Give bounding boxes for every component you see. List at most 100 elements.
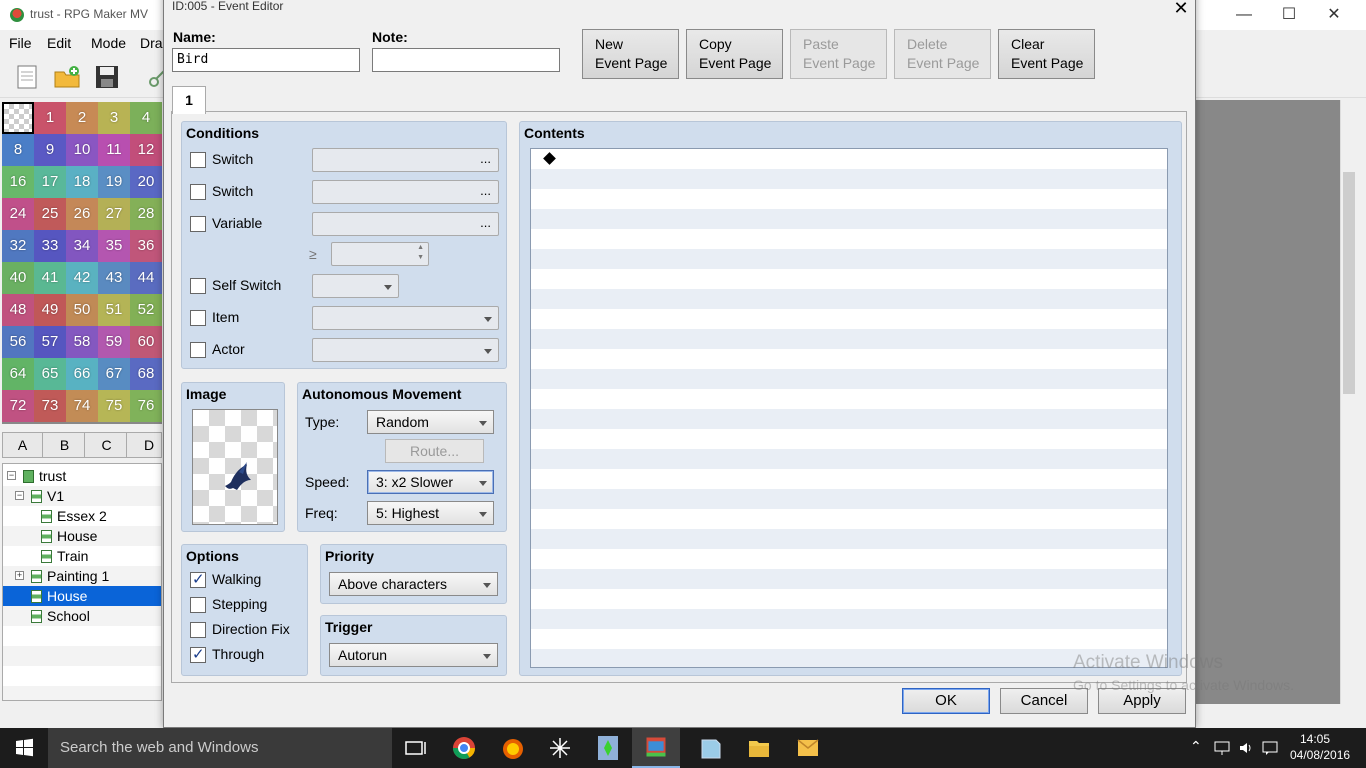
palette-tile[interactable]: 58: [66, 326, 98, 358]
tree-item[interactable]: House: [3, 526, 161, 546]
palette-tile[interactable]: 72: [2, 390, 34, 422]
command-list-row[interactable]: [531, 349, 1167, 369]
palette-tile[interactable]: 10: [66, 134, 98, 166]
tab-c[interactable]: C: [87, 433, 127, 457]
palette-tile[interactable]: 35: [98, 230, 130, 262]
palette-tile[interactable]: 20: [130, 166, 162, 198]
mail-app-icon[interactable]: [784, 728, 832, 768]
palette-tile[interactable]: 44: [130, 262, 162, 294]
palette-tile[interactable]: 8: [2, 134, 34, 166]
palette-tile[interactable]: 65: [34, 358, 66, 390]
copy-event-page-button[interactable]: Copy Event Page: [686, 29, 783, 79]
palette-tile[interactable]: 75: [98, 390, 130, 422]
condition-variable-checkbox[interactable]: [190, 216, 206, 232]
taskbar-clock[interactable]: 14:05 04/08/2016: [1290, 731, 1350, 763]
palette-tile[interactable]: 18: [66, 166, 98, 198]
palette-tile[interactable]: 11: [98, 134, 130, 166]
tab-a[interactable]: A: [3, 433, 43, 457]
command-list-row[interactable]: [531, 329, 1167, 349]
palette-tile[interactable]: 16: [2, 166, 34, 198]
movement-speed-dropdown[interactable]: 3: x2 Slower: [367, 470, 494, 494]
palette-tile[interactable]: 25: [34, 198, 66, 230]
palette-tile[interactable]: 57: [34, 326, 66, 358]
condition-item-dropdown[interactable]: [312, 306, 499, 330]
option-direction-fix-checkbox[interactable]: [190, 622, 206, 638]
palette-tile[interactable]: 41: [34, 262, 66, 294]
variable-value-spinner[interactable]: ▲ ▼: [331, 242, 429, 266]
sims-icon[interactable]: [584, 728, 632, 768]
collapse-icon[interactable]: −: [7, 471, 16, 480]
palette-tile[interactable]: 50: [66, 294, 98, 326]
palette-tile[interactable]: 4: [130, 102, 162, 134]
maximize-button[interactable]: ☐: [1266, 0, 1312, 30]
tree-item[interactable]: School: [3, 606, 161, 626]
palette-tile[interactable]: 26: [66, 198, 98, 230]
route-button[interactable]: Route...: [385, 439, 484, 463]
file-explorer-icon[interactable]: [735, 728, 783, 768]
command-list-row[interactable]: [531, 149, 1167, 169]
windows-start-icon[interactable]: [0, 728, 48, 768]
palette-tile[interactable]: 64: [2, 358, 34, 390]
condition-self-switch-checkbox[interactable]: [190, 278, 206, 294]
condition-actor-checkbox[interactable]: [190, 342, 206, 358]
command-list-row[interactable]: [531, 369, 1167, 389]
palette-tile[interactable]: 49: [34, 294, 66, 326]
new-event-page-button[interactable]: New Event Page: [582, 29, 679, 79]
chrome-icon[interactable]: [440, 728, 488, 768]
scrollbar-thumb[interactable]: [1343, 172, 1355, 394]
palette-tile[interactable]: 12: [130, 134, 162, 166]
close-window-button[interactable]: ✕: [1311, 0, 1357, 30]
network-app-icon[interactable]: [536, 728, 584, 768]
command-list-row[interactable]: [531, 289, 1167, 309]
menu-file[interactable]: File: [9, 35, 32, 51]
palette-tile[interactable]: 51: [98, 294, 130, 326]
delete-event-page-button[interactable]: Delete Event Page: [894, 29, 991, 79]
trigger-dropdown[interactable]: Autorun: [329, 643, 498, 667]
condition-self-switch-dropdown[interactable]: [312, 274, 399, 298]
tree-item[interactable]: Essex 2: [3, 506, 161, 526]
command-list-row[interactable]: [531, 229, 1167, 249]
palette-tile[interactable]: 3: [98, 102, 130, 134]
condition-variable-selector[interactable]: ...: [312, 212, 499, 236]
tileset-palette[interactable]: 1 2 3 4 8 9 10 11 12 16 17 18 19 20 24 25 26 27 28 32 33 34 35…: [2, 102, 162, 424]
command-list-row[interactable]: [531, 629, 1167, 649]
condition-switch-1-selector[interactable]: ...: [312, 148, 499, 172]
map-vertical-scrollbar[interactable]: [1340, 100, 1357, 704]
network-icon[interactable]: [1214, 740, 1230, 756]
palette-tile[interactable]: 33: [34, 230, 66, 262]
task-view-icon[interactable]: [392, 728, 440, 768]
taskbar-search[interactable]: Search the web and Windows: [48, 728, 392, 768]
palette-tile[interactable]: 68: [130, 358, 162, 390]
command-list-row[interactable]: [531, 189, 1167, 209]
palette-tile[interactable]: 24: [2, 198, 34, 230]
command-list-row[interactable]: [531, 169, 1167, 189]
command-list-row[interactable]: [531, 509, 1167, 529]
condition-switch-1-checkbox[interactable]: [190, 152, 206, 168]
ok-button[interactable]: OK: [902, 688, 990, 714]
palette-tile[interactable]: 67: [98, 358, 130, 390]
spin-down-icon[interactable]: ▼: [417, 254, 424, 261]
event-command-list[interactable]: [530, 148, 1168, 668]
map-canvas[interactable]: [1196, 100, 1340, 704]
menu-mode[interactable]: Mode: [91, 35, 126, 51]
condition-switch-2-selector[interactable]: ...: [312, 180, 499, 204]
open-folder-icon[interactable]: [53, 64, 81, 90]
command-list-row[interactable]: [531, 529, 1167, 549]
palette-tile[interactable]: 42: [66, 262, 98, 294]
palette-tile[interactable]: 1: [34, 102, 66, 134]
note-field[interactable]: [372, 48, 560, 72]
palette-tile[interactable]: 17: [34, 166, 66, 198]
spin-up-icon[interactable]: ▲: [417, 244, 424, 251]
palette-tile[interactable]: 74: [66, 390, 98, 422]
tree-item[interactable]: + Painting 1: [3, 566, 161, 586]
palette-tile[interactable]: 28: [130, 198, 162, 230]
expand-icon[interactable]: +: [15, 571, 24, 580]
movement-freq-dropdown[interactable]: 5: Highest: [367, 501, 494, 525]
command-list-row[interactable]: [531, 569, 1167, 589]
palette-tile[interactable]: 73: [34, 390, 66, 422]
palette-tile[interactable]: 19: [98, 166, 130, 198]
command-list-row[interactable]: [531, 449, 1167, 469]
command-list-row[interactable]: [531, 549, 1167, 569]
option-walking-checkbox[interactable]: [190, 570, 206, 588]
palette-tile[interactable]: 60: [130, 326, 162, 358]
